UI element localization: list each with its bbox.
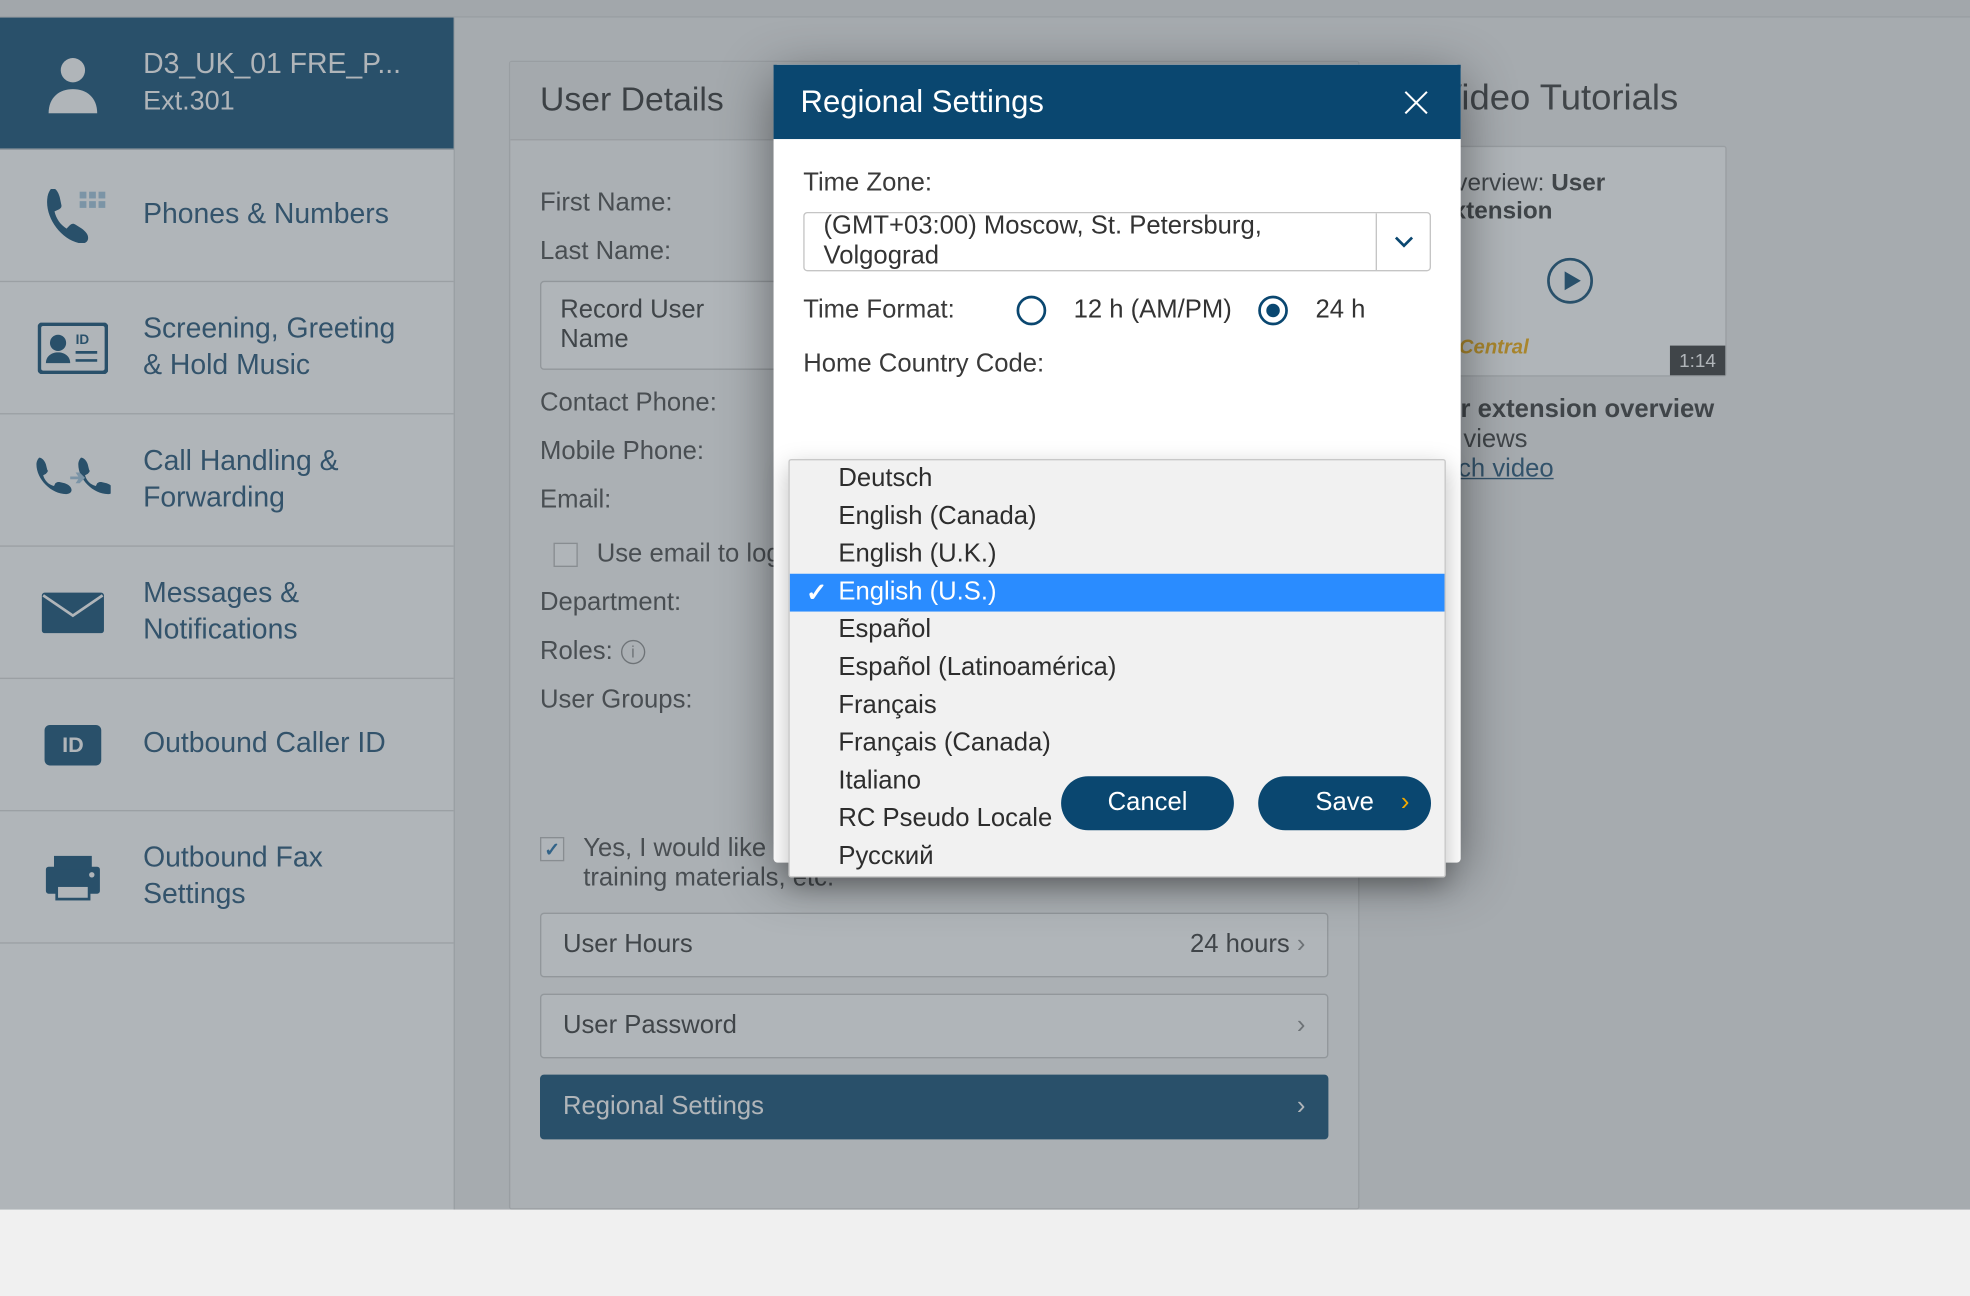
time-format-label: Time Format: — [803, 296, 955, 326]
time-format-24-label: 24 h — [1316, 296, 1366, 326]
language-option[interactable]: Français (Canada) — [790, 725, 1445, 763]
language-option[interactable]: English (U.K.) — [790, 536, 1445, 574]
time-zone-select[interactable]: (GMT+03:00) Moscow, St. Petersburg, Volg… — [803, 212, 1431, 271]
time-format-24-radio[interactable] — [1259, 296, 1289, 326]
language-option[interactable]: Deutsch — [790, 460, 1445, 498]
modal-title: Regional Settings — [801, 84, 1044, 120]
time-format-12-radio[interactable] — [1017, 296, 1047, 326]
time-format-12-label: 12 h (AM/PM) — [1074, 296, 1232, 326]
language-option[interactable]: English (Canada) — [790, 498, 1445, 536]
language-option[interactable]: English (U.S.) — [790, 574, 1445, 612]
regional-settings-modal: Regional Settings Time Zone: (GMT+03:00)… — [774, 65, 1461, 863]
language-option[interactable]: Español (Latinoamérica) — [790, 649, 1445, 687]
cancel-button[interactable]: Cancel — [1061, 776, 1234, 830]
modal-header: Regional Settings — [774, 65, 1461, 139]
save-button[interactable]: Save› — [1258, 776, 1431, 830]
language-option[interactable]: Русский — [790, 838, 1445, 876]
close-icon[interactable] — [1399, 84, 1434, 119]
home-country-label: Home Country Code: — [803, 350, 1431, 380]
chevron-down-icon — [1376, 213, 1430, 270]
time-zone-value: (GMT+03:00) Moscow, St. Petersburg, Volg… — [805, 212, 1376, 271]
language-option[interactable]: Français — [790, 687, 1445, 725]
language-option[interactable]: Español — [790, 612, 1445, 650]
time-zone-label: Time Zone: — [803, 169, 1431, 199]
chevron-right-icon: › — [1401, 788, 1410, 818]
